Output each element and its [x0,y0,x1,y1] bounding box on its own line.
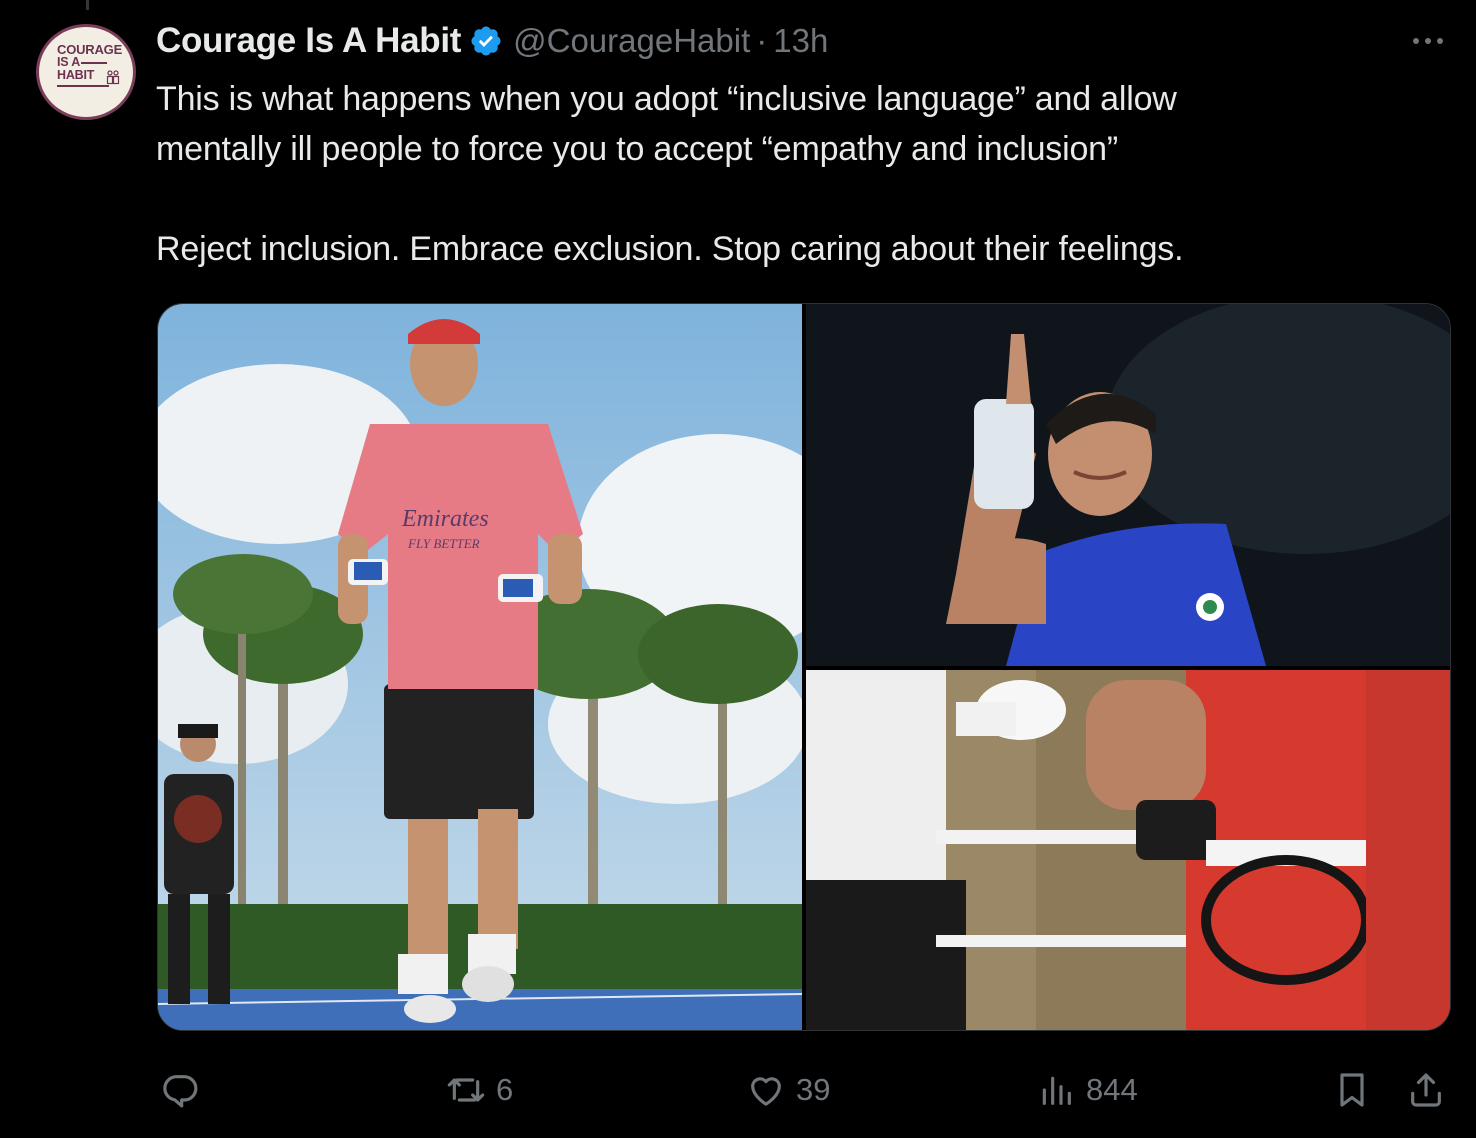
author-handle[interactable]: @CourageHabit [513,22,750,60]
header-separator: · [756,22,768,59]
tweet-header: Courage Is A Habit @CourageHabit · 13h [156,18,828,64]
people-icon [106,70,120,85]
runner-photo-image: Emirates FLY BETTER [158,304,802,1030]
jersey-slogan-text: FLY BETTER [407,536,480,551]
reply-icon [163,1075,198,1108]
tweet-text-line: mentally ill people to force you to acce… [156,130,1118,168]
more-options-icon[interactable] [1408,26,1448,56]
author-display-name[interactable]: Courage Is A Habit [156,21,461,61]
tweet-text-line: Reject inclusion. Embrace exclusion. Sto… [156,230,1184,268]
avatar-logo-underline [57,85,109,87]
bookmark-icon [1340,1073,1364,1107]
heart-icon [751,1077,781,1106]
avatar-logo-line3: HABIT [57,68,95,82]
ring-photo-image [806,670,1450,1030]
retweet-icon [447,1078,485,1102]
boxer-pointing-photo-image [806,304,1450,666]
tweet-text-line: This is what happens when you adopt “inc… [156,80,1177,118]
reply-button[interactable] [160,1060,210,1120]
retweet-button[interactable]: 6 [446,1060,513,1120]
share-button[interactable] [1406,1060,1446,1120]
tweet-action-bar: 6 39 844 [156,1060,1456,1120]
verified-badge-icon[interactable] [469,24,503,58]
media-grid: Emirates FLY BETTER [157,303,1451,1031]
photo-runner-on-track[interactable]: Emirates FLY BETTER [158,304,802,1030]
share-icon [1411,1073,1441,1107]
bookmark-button[interactable] [1332,1060,1372,1120]
tweet-body: This is what happens when you adopt “inc… [156,74,1436,274]
views-count: 844 [1086,1072,1138,1107]
tweet-timestamp[interactable]: 13h [773,22,828,60]
avatar-logo: COURAGE IS A HABIT [53,41,125,101]
avatar-logo-rule [81,62,107,64]
avatar[interactable]: COURAGE IS A HABIT [36,24,136,120]
retweet-count: 6 [496,1072,514,1107]
jersey-sponsor-text: Emirates [401,506,489,532]
views-icon [1042,1076,1071,1105]
views-button[interactable]: 844 [1036,1060,1138,1120]
like-count: 39 [796,1072,831,1107]
photo-boxer-at-ring-ropes[interactable] [806,670,1450,1030]
like-button[interactable]: 39 [746,1060,830,1120]
thread-connector-line [86,0,89,10]
photo-boxer-pointing-up[interactable] [806,304,1450,666]
